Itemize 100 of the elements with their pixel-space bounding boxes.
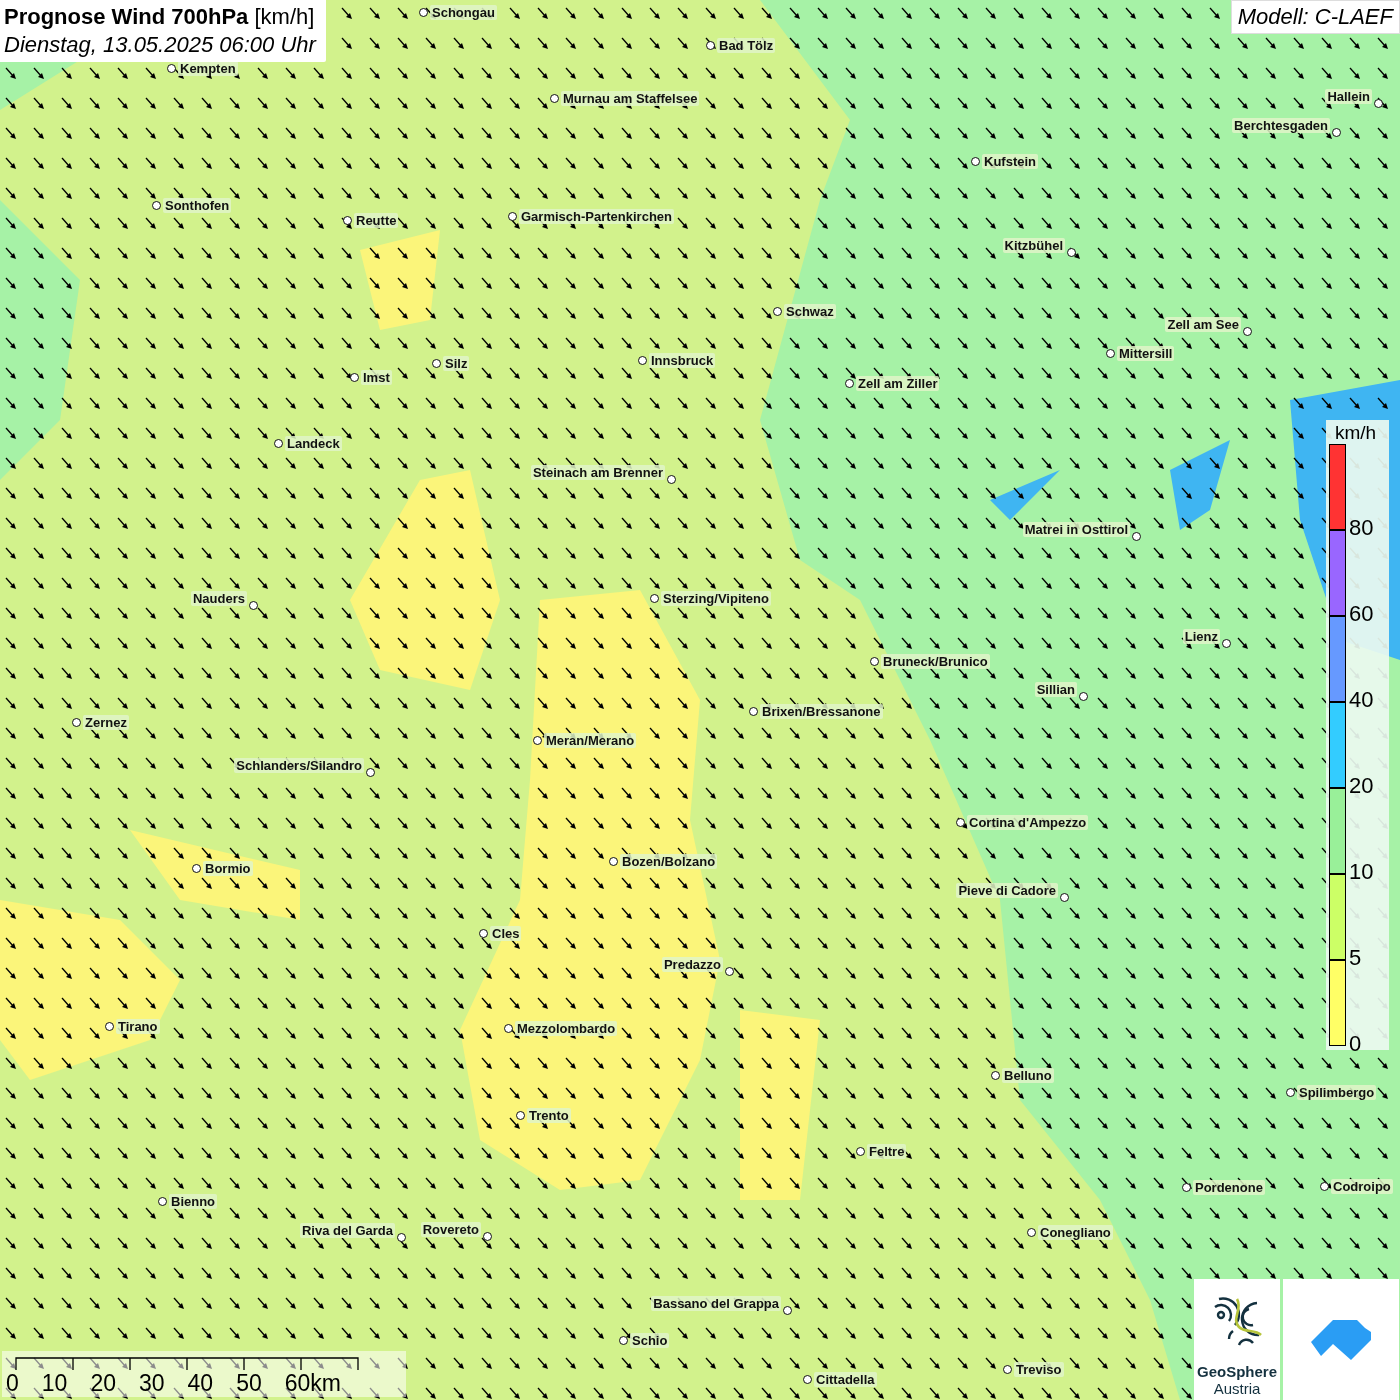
city-label: Schio — [630, 1333, 670, 1348]
city-label: Sterzing/Vipiteno — [661, 591, 771, 606]
city-marker-icon — [432, 359, 441, 368]
city-label: Treviso — [1014, 1362, 1064, 1377]
city-marker-icon — [158, 1197, 167, 1206]
city-marker-icon — [274, 439, 283, 448]
city-label: Belluno — [1002, 1068, 1054, 1083]
city-marker-icon — [508, 212, 517, 221]
city-marker-icon — [1243, 327, 1252, 336]
city-marker-icon — [1060, 893, 1069, 902]
unit-label: [km/h] — [254, 4, 315, 29]
house-logo-icon — [1309, 1317, 1373, 1362]
city-label: Codroipo — [1331, 1179, 1393, 1194]
city-marker-icon — [773, 307, 782, 316]
legend-unit: km/h — [1334, 422, 1378, 444]
city-label: Kufstein — [982, 154, 1038, 169]
city-marker-icon — [1222, 639, 1231, 648]
city-marker-icon — [638, 356, 647, 365]
city-label: Cles — [490, 926, 522, 941]
city-marker-icon — [1182, 1183, 1191, 1192]
city-marker-icon — [1286, 1088, 1295, 1097]
city-marker-icon — [249, 601, 258, 610]
legend-value: 40 — [1349, 687, 1374, 713]
city-marker-icon — [419, 8, 428, 17]
city-marker-icon — [483, 1232, 492, 1241]
city-label: Schwaz — [784, 304, 836, 319]
city-label: Steinach am Brenner — [530, 465, 665, 480]
city-marker-icon — [619, 1336, 628, 1345]
city-label: Rovereto — [420, 1222, 481, 1237]
city-label: Kitzbühel — [1002, 238, 1065, 253]
city-marker-icon — [725, 967, 734, 976]
city-label: Landeck — [285, 436, 342, 451]
city-label: Garmisch-Partenkirchen — [519, 209, 674, 224]
city-marker-icon — [152, 201, 161, 210]
city-marker-icon — [504, 1024, 513, 1033]
city-marker-icon — [1003, 1365, 1012, 1374]
scale-label: 10 — [41, 1370, 68, 1397]
city-label: Bienno — [169, 1194, 218, 1209]
city-label: Matrei in Osttirol — [1022, 522, 1130, 537]
city-label: Murnau am Staffelsee — [561, 91, 700, 106]
legend-value: 80 — [1349, 515, 1374, 541]
city-label: Schlanders/Silandro — [234, 758, 364, 773]
city-marker-icon — [991, 1071, 1000, 1080]
city-label: Bozen/Bolzano — [620, 854, 718, 869]
city-marker-icon — [650, 594, 659, 603]
city-label: Cortina d'Ampezzo — [967, 815, 1089, 830]
city-label: Mezzolombardo — [515, 1021, 618, 1036]
scale-label: 50 — [236, 1370, 262, 1397]
city-label: Pieve di Cadore — [956, 883, 1058, 898]
city-marker-icon — [167, 64, 176, 73]
city-label: Zernez — [83, 715, 129, 730]
city-label: Sonthofen — [163, 198, 232, 213]
city-marker-icon — [749, 707, 758, 716]
city-label: Nauders — [190, 591, 247, 606]
city-marker-icon — [845, 379, 854, 388]
city-label: Innsbruck — [649, 353, 716, 368]
city-label: Bruneck/Brunico — [881, 654, 990, 669]
scale-label: 20 — [90, 1370, 116, 1397]
city-label: Cittadella — [814, 1372, 877, 1387]
logo-subtext: Austria — [1213, 1380, 1261, 1397]
scale-label: 60km — [284, 1370, 341, 1397]
city-marker-icon — [870, 657, 879, 666]
city-marker-icon — [550, 94, 559, 103]
city-label: Riva del Garda — [299, 1223, 395, 1238]
scale-label: 0 — [6, 1370, 19, 1397]
city-label: Berchtesgaden — [1232, 118, 1330, 133]
model-label: Modell: C-LAEF — [1230, 0, 1400, 34]
scale-ruler-icon — [15, 1357, 359, 1371]
city-marker-icon — [72, 718, 81, 727]
scale-label: 40 — [187, 1370, 214, 1397]
city-label: Bad Tölz — [717, 38, 776, 53]
city-label: Trento — [527, 1108, 571, 1123]
city-marker-icon — [1106, 349, 1115, 358]
city-marker-icon — [397, 1233, 406, 1242]
legend-value: 60 — [1349, 601, 1374, 627]
city-label: Bormio — [203, 861, 253, 876]
legend-value: 0 — [1349, 1031, 1362, 1057]
city-label: Imst — [361, 370, 392, 385]
logo-text: GeoSphere — [1197, 1363, 1277, 1380]
city-marker-icon — [1027, 1228, 1036, 1237]
city-marker-icon — [667, 475, 676, 484]
city-marker-icon — [533, 736, 542, 745]
city-label: Zell am Ziller — [856, 376, 940, 391]
city-label: Zell am See — [1165, 317, 1241, 332]
city-label: Spilimbergo — [1297, 1085, 1377, 1100]
city-marker-icon — [1067, 248, 1076, 257]
city-marker-icon — [609, 857, 618, 866]
city-label: Sillian — [1034, 682, 1077, 697]
city-label: Predazzo — [661, 957, 723, 972]
city-label: Mittersill — [1117, 346, 1175, 361]
city-label: Pordenone — [1193, 1180, 1265, 1195]
city-label: Conegliano — [1038, 1225, 1113, 1240]
city-marker-icon — [516, 1111, 525, 1120]
legend-value: 20 — [1349, 773, 1374, 799]
city-label: Bassano del Grappa — [651, 1296, 781, 1311]
map-title: Prognose Wind 700hPa — [4, 4, 249, 29]
city-label: Lienz — [1182, 629, 1220, 644]
forecast-date: Dienstag, 13.05.2025 06:00 Uhr — [4, 31, 316, 59]
legend-value: 10 — [1349, 859, 1374, 885]
city-marker-icon — [192, 864, 201, 873]
